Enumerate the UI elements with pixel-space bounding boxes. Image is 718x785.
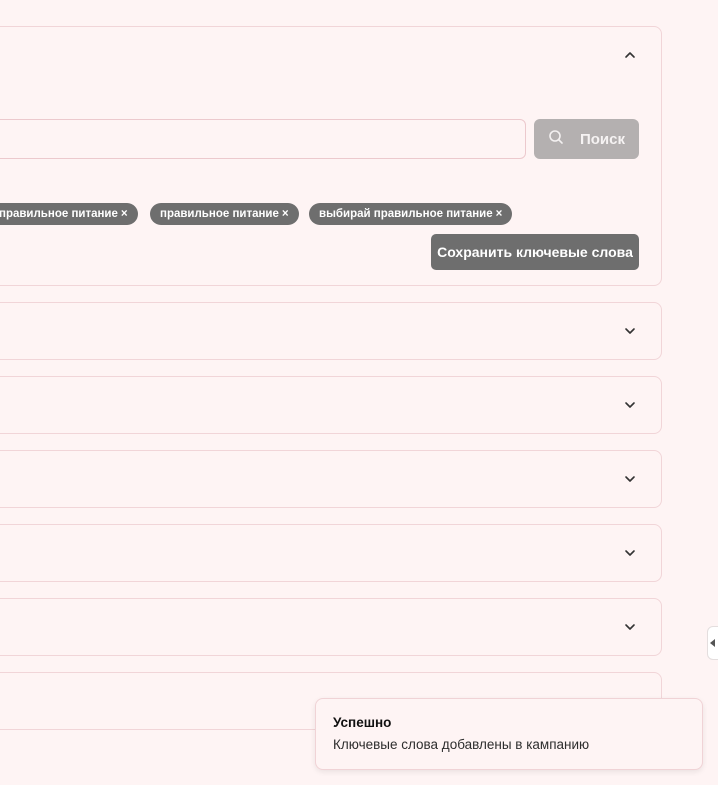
chevron-up-icon[interactable] bbox=[623, 48, 637, 62]
collapsed-panel[interactable] bbox=[0, 450, 662, 508]
search-button[interactable]: Поиск bbox=[534, 119, 639, 159]
collapsed-panel[interactable] bbox=[0, 376, 662, 434]
remove-tag-icon[interactable]: × bbox=[121, 208, 128, 220]
side-panel-toggle[interactable] bbox=[707, 626, 718, 660]
keyword-tag: правильное питание × bbox=[150, 203, 299, 225]
chevron-down-icon[interactable] bbox=[623, 472, 637, 486]
chevron-down-icon[interactable] bbox=[623, 324, 637, 338]
caret-left-icon bbox=[710, 639, 715, 647]
search-button-label: Поиск bbox=[579, 130, 625, 148]
chevron-down-icon[interactable] bbox=[623, 398, 637, 412]
keyword-tag-label: правильное питание bbox=[0, 208, 118, 220]
remove-tag-icon[interactable]: × bbox=[282, 208, 289, 220]
search-icon bbox=[548, 129, 564, 149]
chevron-down-icon[interactable] bbox=[623, 620, 637, 634]
toast-title: Успешно bbox=[333, 715, 392, 730]
chevron-down-icon[interactable] bbox=[623, 546, 637, 560]
search-input[interactable] bbox=[0, 119, 526, 159]
keyword-tag-label: правильное питание bbox=[160, 208, 279, 220]
remove-tag-icon[interactable]: × bbox=[496, 208, 503, 220]
keyword-tag-label: выбирай правильное питание bbox=[319, 208, 493, 220]
keywords-panel: Поиск правильное питание × правильное пит… bbox=[0, 26, 662, 286]
success-toast: Успешно Ключевые слова добавлены в кампа… bbox=[315, 698, 703, 770]
keyword-tag: правильное питание × bbox=[0, 203, 138, 225]
collapsed-panel[interactable] bbox=[0, 598, 662, 656]
toast-message: Ключевые слова добавлены в кампанию bbox=[333, 737, 590, 752]
collapsed-panel[interactable] bbox=[0, 524, 662, 582]
collapsed-panel[interactable] bbox=[0, 302, 662, 360]
save-keywords-button[interactable]: Сохранить ключевые слова bbox=[431, 234, 639, 270]
keyword-tag: выбирай правильное питание × bbox=[309, 203, 513, 225]
